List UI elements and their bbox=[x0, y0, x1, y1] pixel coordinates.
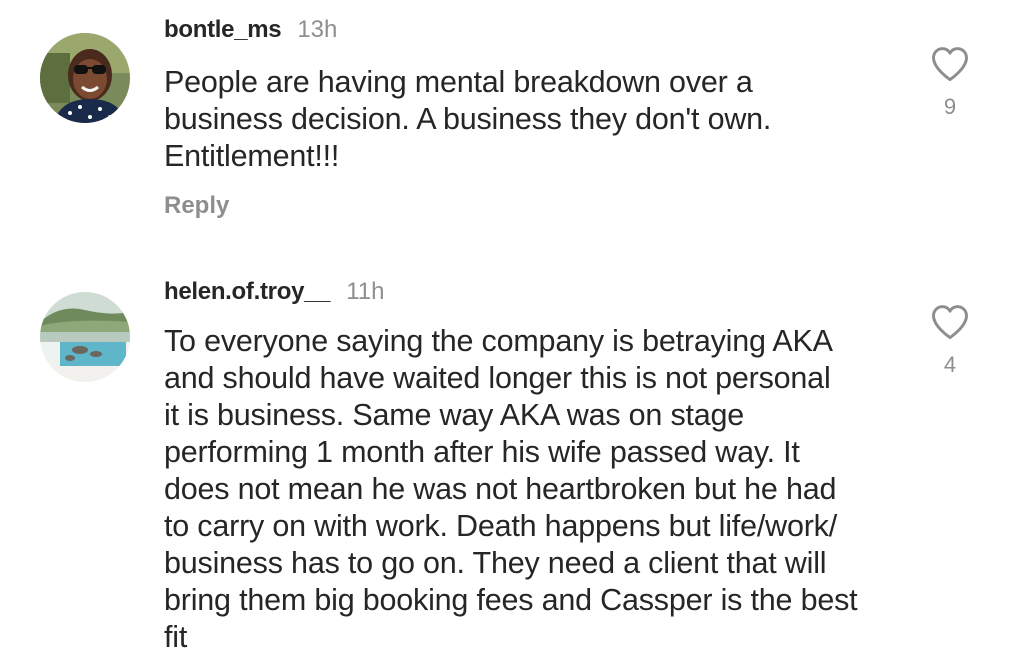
like-button[interactable] bbox=[928, 42, 972, 86]
comment-line: bring them big booking fees and Cassper … bbox=[164, 583, 858, 617]
comment-line: People are having mental breakdown over … bbox=[164, 65, 753, 99]
comment-meta: helen.of.troy__ 11h bbox=[164, 278, 384, 308]
comment-item: bontle_ms 13h People are having mental b… bbox=[0, 0, 1024, 250]
comment-line: fit bbox=[164, 620, 188, 654]
comment-text: To everyone saying the company is betray… bbox=[164, 323, 904, 656]
avatar[interactable] bbox=[40, 292, 130, 382]
heart-outline-icon bbox=[932, 47, 968, 82]
like-count: 9 bbox=[943, 94, 957, 119]
avatar[interactable] bbox=[40, 33, 130, 123]
comment-line: Entitlement!!! bbox=[164, 139, 340, 173]
username[interactable]: bontle_ms bbox=[164, 16, 282, 44]
reply-button[interactable]: Reply bbox=[164, 192, 229, 220]
heart-outline-icon bbox=[932, 305, 968, 340]
comment-time: 11h bbox=[346, 278, 385, 305]
comment-text: People are having mental breakdown over … bbox=[164, 64, 904, 175]
comment-line: business has to go on. They need a clien… bbox=[164, 546, 827, 580]
comment-time: 13h bbox=[297, 16, 338, 43]
comment-line: to carry on with work. Death happens but… bbox=[164, 509, 837, 543]
comment-line: it is business. Same way AKA was on stag… bbox=[164, 398, 745, 432]
comment-line: To everyone saying the company is betray… bbox=[164, 324, 833, 358]
comment-line: business decision. A business they don't… bbox=[164, 102, 772, 136]
comment-item: helen.of.troy__ 11h To everyone saying t… bbox=[0, 270, 1024, 668]
username[interactable]: helen.of.troy__ bbox=[164, 278, 331, 306]
comment-line: does not mean he was not heartbroken but… bbox=[164, 472, 837, 506]
comment-line: performing 1 month after his wife passed… bbox=[164, 435, 800, 469]
like-count: 4 bbox=[943, 352, 957, 377]
comment-line: and should have waited longer this is no… bbox=[164, 361, 831, 395]
like-button[interactable] bbox=[928, 300, 972, 344]
comment-meta: bontle_ms 13h bbox=[164, 16, 337, 46]
